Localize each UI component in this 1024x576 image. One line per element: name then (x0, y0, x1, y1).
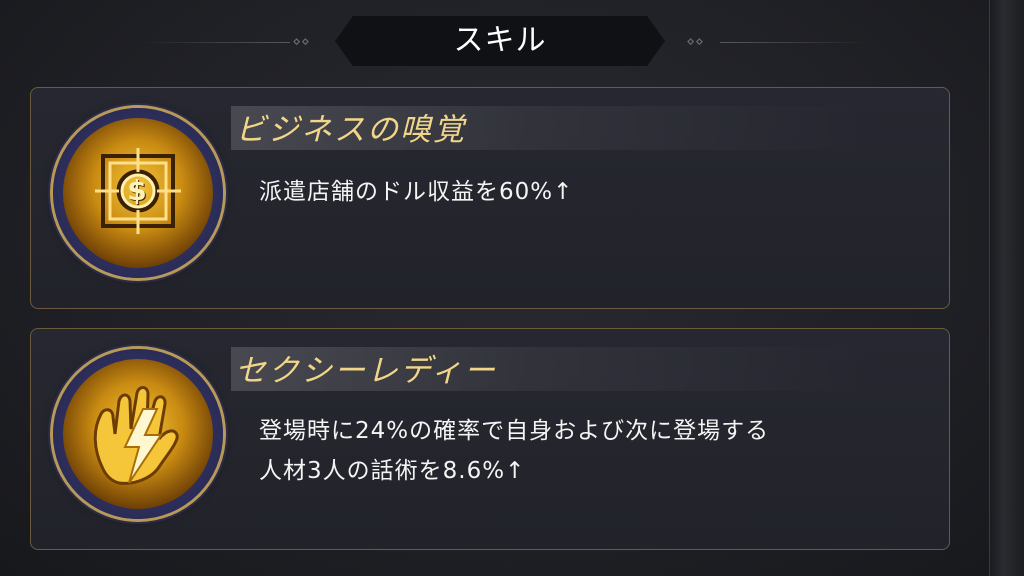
panel-header: ⋄⋄ スキル ⋄⋄ (0, 12, 1024, 68)
skill-description: 登場時に24%の確率で自身および次に登場する 人材3人の話術を8.6%↑ (259, 411, 919, 491)
skill-name: ビジネスの嗅覚 (235, 112, 466, 148)
side-frame (989, 0, 1024, 576)
ornament-icon: ⋄⋄ (292, 34, 310, 50)
dollar-safe-icon: $ $ (63, 118, 213, 268)
skill-card[interactable]: $ $ ビジネスの嗅覚 派遣店舗のドル収益を60%↑ (30, 87, 950, 309)
svg-text:$: $ (127, 174, 146, 207)
skill-card[interactable]: セクシーレディー 登場時に24%の確率で自身および次に登場する 人材3人の話術を… (30, 328, 950, 550)
skill-medallion[interactable] (53, 349, 223, 519)
skill-description-line: 人材3人の話術を8.6%↑ (259, 458, 526, 484)
skill-name: セクシーレディー (235, 353, 497, 389)
header-divider-right (720, 42, 870, 43)
skill-description: 派遣店舗のドル収益を60%↑ (259, 172, 919, 212)
page-title: スキル (453, 23, 547, 58)
header-divider-left (140, 42, 290, 43)
skill-medallion[interactable]: $ $ (53, 108, 223, 278)
skill-description-line: 登場時に24%の確率で自身および次に登場する (259, 418, 770, 444)
lightning-hand-icon (63, 359, 213, 509)
ornament-icon: ⋄⋄ (686, 34, 704, 50)
skill-panel: ⋄⋄ スキル ⋄⋄ $ $ ビジネスの嗅覚 派遣店舗のドル収益を60%↑ セクシ… (0, 0, 1024, 576)
skill-description-line: 派遣店舗のドル収益を60%↑ (259, 179, 574, 205)
